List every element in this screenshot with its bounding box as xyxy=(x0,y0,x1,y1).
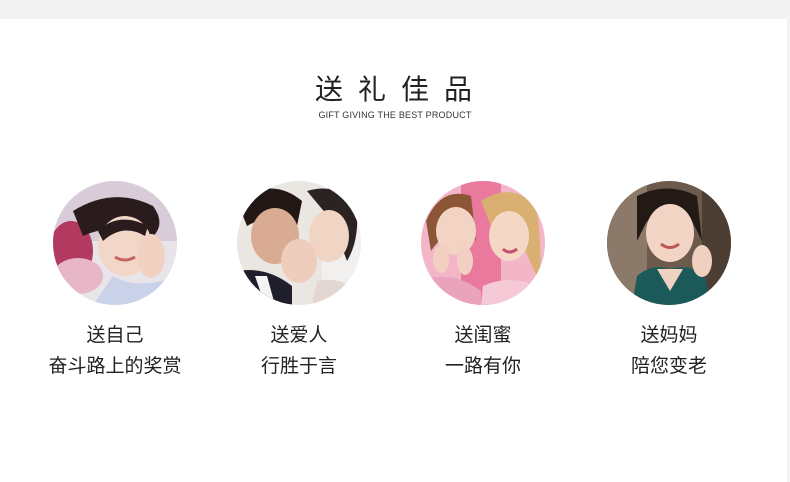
gift-card-lover[interactable]: 送爱人 行胜于言 xyxy=(204,181,394,377)
section-subtitle: GIFT GIVING THE BEST PRODUCT xyxy=(318,110,472,120)
card-tagline: 一路有你 xyxy=(444,355,521,377)
gift-card-bestie[interactable]: 送闺蜜 一路有你 xyxy=(388,181,578,377)
card-title: 送闺蜜 xyxy=(454,324,512,346)
avatar-photo-lover[interactable] xyxy=(237,181,361,305)
card-tagline: 行胜于言 xyxy=(260,355,337,377)
top-divider-strip xyxy=(0,0,790,19)
avatar-photo-bestie[interactable] xyxy=(421,181,545,305)
gift-card-mom[interactable]: 送妈妈 陪您变老 xyxy=(574,181,764,377)
card-title: 送妈妈 xyxy=(640,324,698,346)
avatar-photo-self[interactable] xyxy=(53,181,177,305)
gift-card-self[interactable]: 送自己 奋斗路上的奖赏 xyxy=(20,181,210,377)
card-title: 送自己 xyxy=(86,324,144,346)
avatar-photo-mom[interactable] xyxy=(607,181,731,305)
card-tagline: 奋斗路上的奖赏 xyxy=(48,355,182,377)
section-title: 送礼佳品 xyxy=(314,73,487,106)
card-tagline: 陪您变老 xyxy=(630,355,707,377)
card-title: 送爱人 xyxy=(270,324,328,346)
